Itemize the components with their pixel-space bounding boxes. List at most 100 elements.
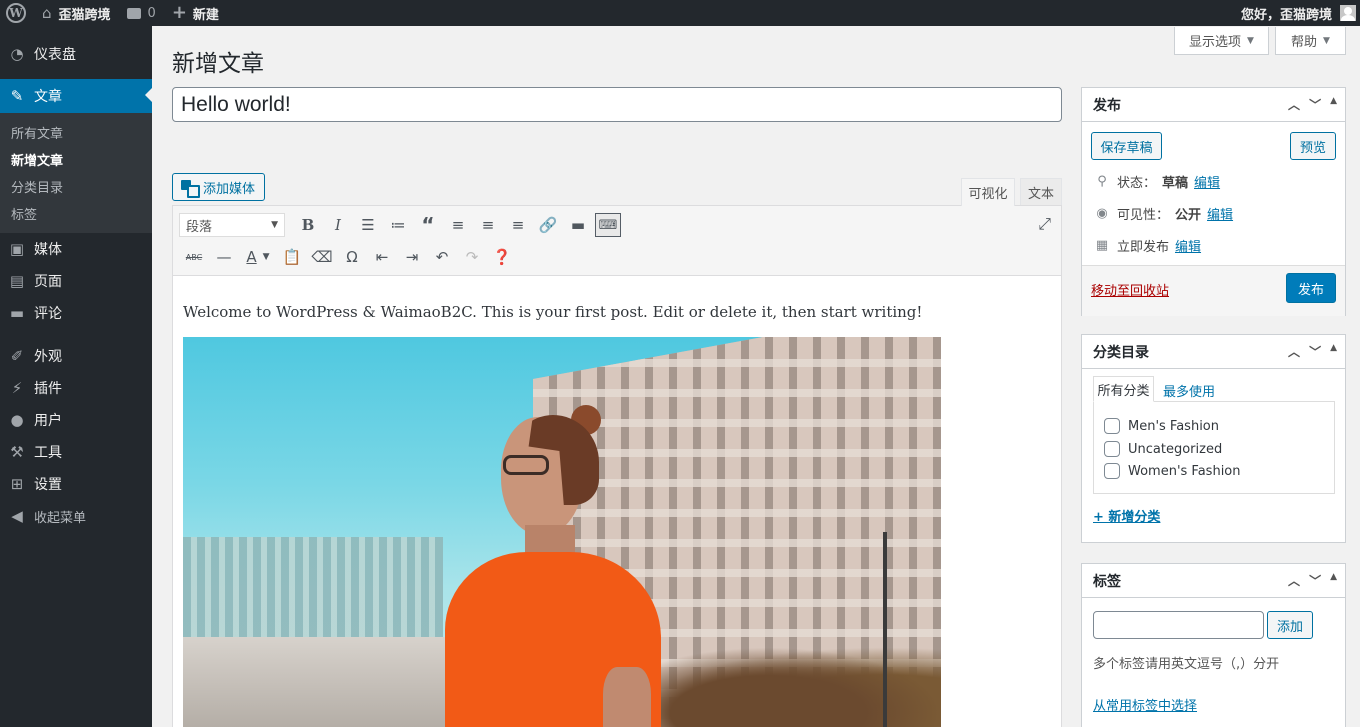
comment-bubble-icon [126, 7, 141, 19]
numbered-list-icon[interactable]: ≔ [383, 211, 413, 239]
content-paragraph: Welcome to WordPress & WaimaoB2C. This i… [183, 303, 923, 321]
italic-icon[interactable]: I [323, 211, 353, 239]
tab-text[interactable]: 文本 [1020, 178, 1062, 206]
tags-help-text: 多个标签请用英文逗号（,）分开 [1093, 657, 1280, 672]
category-item[interactable]: Women's Fashion [1104, 463, 1241, 479]
tab-visual[interactable]: 可视化 [961, 178, 1015, 206]
category-item[interactable]: Uncategorized [1104, 441, 1222, 457]
editor-content[interactable]: Welcome to WordPress & WaimaoB2C. This i… [173, 276, 1061, 727]
edit-visibility-link[interactable]: 编辑 [1207, 204, 1233, 223]
tab-all-label: 所有分类 [1097, 383, 1150, 399]
help-button[interactable]: 帮助 ▼ [1275, 27, 1346, 55]
bullet-list-icon[interactable]: ☰ [353, 211, 383, 239]
add-media-button[interactable]: 添加媒体 [172, 173, 266, 201]
triangle-up-icon[interactable]: ▲ [1330, 96, 1337, 113]
read-more-icon[interactable]: ▬ [563, 211, 593, 239]
special-character-icon[interactable]: Ω [337, 243, 367, 271]
move-to-trash-link[interactable]: 移动至回收站 [1091, 280, 1169, 299]
sidebar-item-label: 收起菜单 [34, 510, 87, 526]
page-icon: ▤ [9, 272, 25, 290]
edit-status-link[interactable]: 编辑 [1194, 172, 1220, 191]
add-tag-label: 添加 [1276, 619, 1303, 635]
undo-icon[interactable]: ↶ [427, 243, 457, 271]
category-checkbox[interactable] [1104, 441, 1120, 457]
sidebar-item-tools[interactable]: ⚒ 工具 [0, 436, 152, 468]
new-tag-input[interactable] [1093, 611, 1264, 639]
sidebar-item-label: 插件 [34, 381, 62, 397]
wordpress-logo-icon: W [6, 3, 26, 23]
comment-icon: ▬ [9, 304, 25, 322]
plus-icon: + [171, 2, 187, 23]
sidebar-item-posts[interactable]: ✎ 文章 [0, 79, 152, 113]
paste-text-icon[interactable]: 📋 [277, 243, 307, 271]
toolbar-toggle-icon[interactable]: ⌨ [595, 213, 621, 237]
sidebar-item-label: 外观 [34, 349, 62, 365]
sidebar-item-pages[interactable]: ▤ 页面 [0, 265, 152, 297]
link-icon[interactable]: 🔗 [533, 211, 563, 239]
user-icon: ● [10, 411, 24, 429]
tab-most-used[interactable]: 最多使用 [1163, 381, 1215, 400]
add-tag-button[interactable]: 添加 [1267, 611, 1313, 639]
publish-button-label: 发布 [1297, 282, 1324, 298]
sidebar-item-plugins[interactable]: ⚡ 插件 [0, 372, 152, 404]
redo-icon[interactable]: ↷ [457, 243, 487, 271]
tab-all-categories[interactable]: 所有分类 [1093, 376, 1154, 402]
align-left-icon[interactable]: ≡ [443, 211, 473, 239]
publish-button[interactable]: 发布 [1286, 273, 1336, 303]
sidebar-item-users[interactable]: ● 用户 [0, 404, 152, 436]
sidebar-item-media[interactable]: ▣ 媒体 [0, 233, 152, 265]
save-draft-button[interactable]: 保存草稿 [1091, 132, 1162, 160]
site-name-menu[interactable]: ⌂ 歪猫跨境 [34, 0, 119, 26]
lamp-post-shape [883, 532, 887, 727]
help-icon[interactable]: ❓ [487, 243, 517, 271]
sidebar-item-dashboard[interactable]: ◔ 仪表盘 [0, 39, 152, 69]
category-checkbox[interactable] [1104, 418, 1120, 434]
triangle-up-icon[interactable]: ▲ [1330, 343, 1337, 360]
sidebar-item-settings[interactable]: ⊞ 设置 [0, 468, 152, 500]
preview-button[interactable]: 预览 [1290, 132, 1336, 160]
chevron-up-icon[interactable]: ︿ [1288, 96, 1300, 113]
toolbar-row-2: ABC — A ▼ 📋 ⌫ Ω ⇤ ⇥ ↶ ↷ ❓ [179, 243, 517, 271]
screen-options-button[interactable]: 显示选项 ▼ [1174, 27, 1269, 55]
sidebar-collapse-menu[interactable]: ◀ 收起菜单 [0, 500, 152, 532]
text-color-icon[interactable]: A ▼ [239, 243, 277, 271]
align-right-icon[interactable]: ≡ [503, 211, 533, 239]
publish-box-title: 发布 [1093, 97, 1121, 114]
sidebar-item-label: 工具 [34, 445, 62, 461]
wp-logo-menu[interactable]: W [0, 0, 34, 26]
new-content-menu[interactable]: + 新建 [164, 0, 227, 26]
post-title-input[interactable]: Hello world! [172, 87, 1062, 122]
category-checkbox[interactable] [1104, 463, 1120, 479]
chevron-down-icon[interactable]: ﹀ [1309, 96, 1321, 113]
bold-icon[interactable]: B [293, 211, 323, 239]
submenu-add-new[interactable]: 新增文章 [0, 146, 152, 173]
blockquote-icon[interactable]: “ [413, 211, 443, 239]
submenu-tags[interactable]: 标签 [0, 200, 152, 227]
chevron-up-icon[interactable]: ︿ [1288, 343, 1300, 360]
clear-formatting-icon[interactable]: ⌫ [307, 243, 337, 271]
align-center-icon[interactable]: ≡ [473, 211, 503, 239]
outdent-icon[interactable]: ⇤ [367, 243, 397, 271]
chevron-down-icon[interactable]: ﹀ [1309, 572, 1321, 589]
chevron-up-icon[interactable]: ︿ [1288, 572, 1300, 589]
format-select[interactable]: 段落 ▼ [179, 213, 285, 237]
strikethrough-icon[interactable]: ABC [179, 243, 209, 271]
comments-menu[interactable]: 0 [119, 0, 164, 26]
my-account-menu[interactable]: 您好，歪猫跨境 [1241, 0, 1360, 26]
triangle-up-icon[interactable]: ▲ [1330, 572, 1337, 589]
sidebar-item-label: 评论 [34, 306, 62, 322]
fullscreen-icon[interactable]: ⤢ [1038, 214, 1051, 234]
choose-tags-link[interactable]: 从常用标签中选择 [1093, 695, 1197, 714]
add-new-category-link[interactable]: + 新增分类 [1093, 506, 1160, 525]
category-item[interactable]: Men's Fashion [1104, 418, 1219, 434]
caret-down-icon: ▼ [271, 220, 278, 230]
horizontal-line-icon[interactable]: — [209, 243, 239, 271]
sidebar-item-comments[interactable]: ▬ 评论 [0, 297, 152, 329]
media-icon: ▣ [9, 240, 25, 258]
submenu-categories[interactable]: 分类目录 [0, 173, 152, 200]
submenu-all-posts[interactable]: 所有文章 [0, 119, 152, 146]
indent-icon[interactable]: ⇥ [397, 243, 427, 271]
edit-schedule-link[interactable]: 编辑 [1175, 236, 1201, 255]
sidebar-item-appearance[interactable]: ✐ 外观 [0, 340, 152, 372]
chevron-down-icon[interactable]: ﹀ [1309, 343, 1321, 360]
